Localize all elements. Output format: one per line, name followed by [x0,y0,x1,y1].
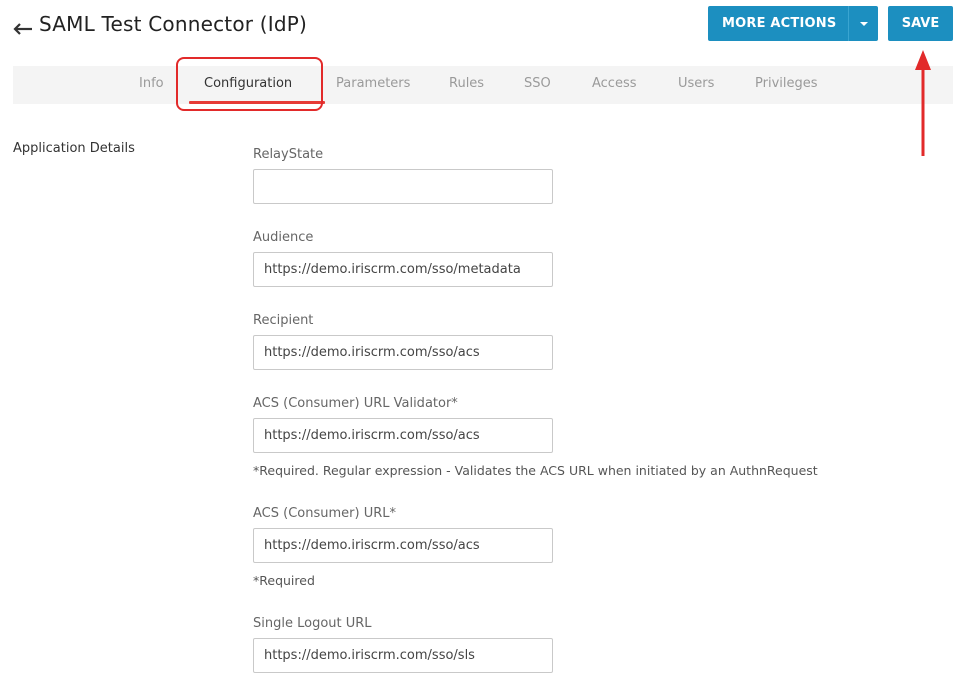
recipient-input[interactable]: https://demo.iriscrm.com/sso/acs [253,335,553,370]
save-button[interactable]: SAVE [888,6,953,41]
page-title: SAML Test Connector (IdP) [39,12,308,36]
tab-rules[interactable]: Rules [449,66,484,104]
field-label-acs-url: ACS (Consumer) URL* [253,506,396,521]
chevron-down-icon [859,21,868,26]
field-label-acs-url-validator: ACS (Consumer) URL Validator* [253,396,458,411]
tab-access[interactable]: Access [592,66,637,104]
single-logout-url-input[interactable]: https://demo.iriscrm.com/sso/sls [253,638,553,673]
page: SAML Test Connector (IdP) MORE ACTIONS S… [0,0,959,688]
field-label-single-logout-url: Single Logout URL [253,616,372,631]
audience-input[interactable]: https://demo.iriscrm.com/sso/metadata [253,252,553,287]
arrow-left-icon[interactable] [13,22,33,36]
section-title: Application Details [13,141,135,156]
acs-url-hint: *Required [253,573,315,588]
more-actions-button[interactable]: MORE ACTIONS [708,6,878,41]
more-actions-dropdown-toggle[interactable] [849,21,878,26]
tab-sso[interactable]: SSO [524,66,551,104]
acs-url-input[interactable]: https://demo.iriscrm.com/sso/acs [253,528,553,563]
acs-url-validator-hint: *Required. Regular expression - Validate… [253,463,818,478]
tab-parameters[interactable]: Parameters [336,66,410,104]
annotation-highlight-box [176,57,323,111]
tab-info[interactable]: Info [139,66,164,104]
relaystate-input[interactable] [253,169,553,204]
field-label-audience: Audience [253,230,314,245]
field-label-relaystate: RelayState [253,147,324,162]
tab-users[interactable]: Users [678,66,714,104]
annotation-arrow-up-icon [915,50,931,156]
tab-bar: Info Configuration Parameters Rules SSO … [13,66,953,104]
acs-url-validator-input[interactable]: https://demo.iriscrm.com/sso/acs [253,418,553,453]
more-actions-label[interactable]: MORE ACTIONS [708,16,848,31]
tab-privileges[interactable]: Privileges [755,66,818,104]
field-label-recipient: Recipient [253,313,314,328]
